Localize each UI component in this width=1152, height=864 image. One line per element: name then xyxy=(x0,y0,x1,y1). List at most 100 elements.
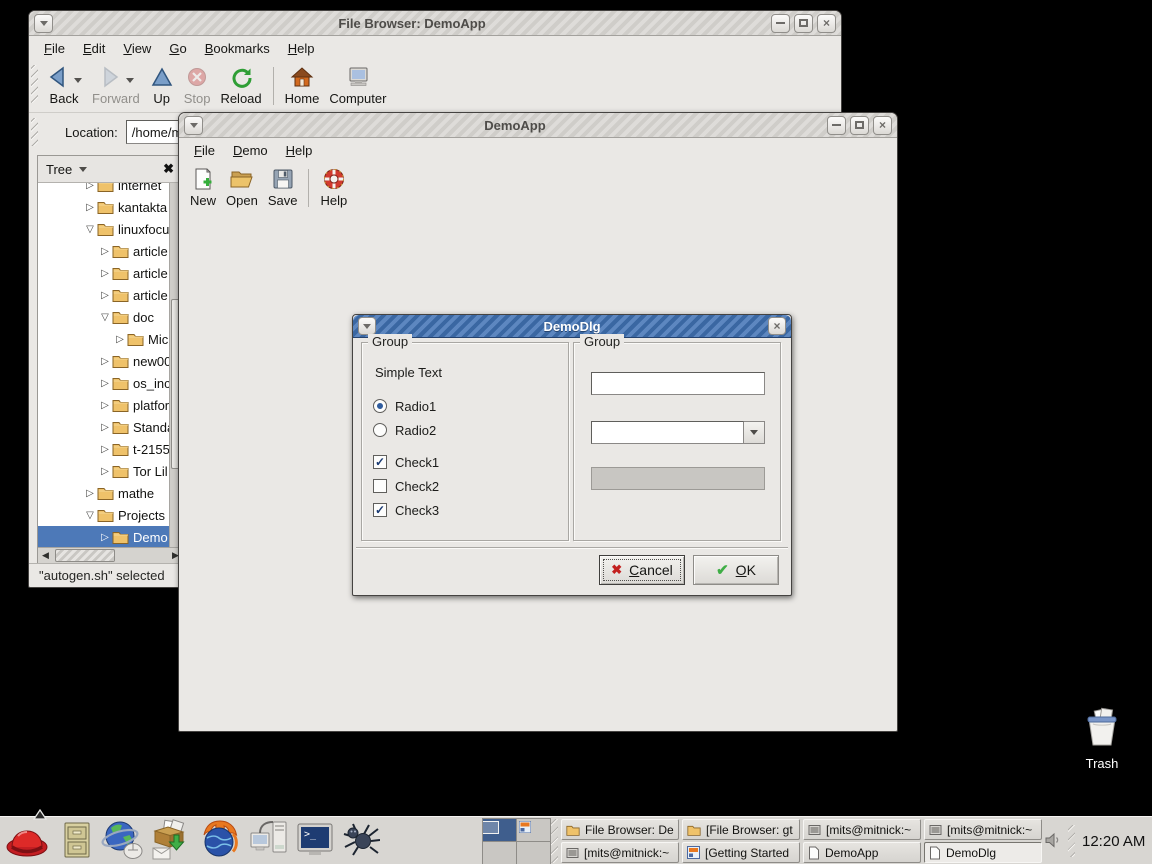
radio-radio1[interactable]: Radio1 xyxy=(373,397,436,415)
checkbox-icon[interactable] xyxy=(373,479,387,493)
minimize-button[interactable] xyxy=(771,14,790,33)
speaker-volume-icon[interactable] xyxy=(1044,831,1062,849)
tree-row[interactable]: mathe xyxy=(38,482,169,504)
file-browser-titlebar[interactable]: File Browser: DemoApp × xyxy=(29,11,841,36)
open-button[interactable]: Open xyxy=(221,163,263,209)
menu-demo[interactable]: Demo xyxy=(224,139,277,162)
expander-icon[interactable] xyxy=(98,378,112,389)
expander-icon[interactable] xyxy=(98,444,112,455)
tree-row[interactable]: linuxfocu xyxy=(38,218,169,240)
menu-help[interactable]: Help xyxy=(277,139,322,162)
taskbar-button-demodlg[interactable]: DemoDlg xyxy=(924,842,1042,863)
panel-handle[interactable] xyxy=(551,819,558,863)
tree-row[interactable]: doc xyxy=(38,306,169,328)
tree-row[interactable]: Standa xyxy=(38,416,169,438)
menu-edit[interactable]: Edit xyxy=(74,37,114,60)
tree-row[interactable]: internet xyxy=(38,183,169,196)
checkbox-check3[interactable]: Check3 xyxy=(373,501,439,519)
trash-desktop-icon[interactable]: Trash xyxy=(1067,707,1137,771)
expander-icon[interactable] xyxy=(98,466,112,477)
forward-dropdown-icon[interactable] xyxy=(126,78,134,87)
sidebar-close-icon[interactable]: ✖ xyxy=(163,161,174,177)
workspace-switcher[interactable] xyxy=(482,818,551,864)
expander-icon[interactable] xyxy=(98,356,112,367)
window-menu-button[interactable] xyxy=(34,14,53,33)
bug-tool-spider-icon[interactable] xyxy=(340,821,380,859)
window-menu-button[interactable] xyxy=(184,116,203,135)
expander-icon[interactable] xyxy=(83,202,97,213)
expander-icon[interactable] xyxy=(83,224,97,235)
expander-icon[interactable] xyxy=(98,422,112,433)
stop-button[interactable]: Stop xyxy=(179,61,216,107)
expander-icon[interactable] xyxy=(83,510,97,521)
up-button[interactable]: Up xyxy=(145,61,179,107)
menu-help[interactable]: Help xyxy=(279,37,324,60)
mozilla-browser-icon[interactable] xyxy=(198,819,242,861)
menu-file[interactable]: File xyxy=(185,139,224,162)
tree-row[interactable]: article xyxy=(38,262,169,284)
back-dropdown-icon[interactable] xyxy=(74,78,82,87)
taskbar-button-terminal-3[interactable]: [mits@mitnick:~ xyxy=(561,842,679,863)
expander-icon[interactable] xyxy=(98,268,112,279)
menu-go[interactable]: Go xyxy=(160,37,195,60)
expander-icon[interactable] xyxy=(83,488,97,499)
tree-row[interactable]: platfor xyxy=(38,394,169,416)
taskbar-button-getting-started[interactable]: [Getting Started xyxy=(682,842,800,863)
maximize-button[interactable] xyxy=(794,14,813,33)
expander-icon[interactable] xyxy=(98,400,112,411)
tree-row[interactable]: Tor Lil xyxy=(38,460,169,482)
checkbox-icon[interactable] xyxy=(373,455,387,469)
help-button[interactable]: Help xyxy=(315,163,352,209)
expander-icon[interactable] xyxy=(98,532,112,543)
toolbar-grip[interactable] xyxy=(31,65,38,103)
checkbox-icon[interactable] xyxy=(373,503,387,517)
combo-box[interactable] xyxy=(591,421,765,444)
ok-button[interactable]: ✔ OK xyxy=(693,555,779,585)
maximize-button[interactable] xyxy=(850,116,869,135)
tree-horizontal-scrollbar[interactable]: ◀ ▶ xyxy=(38,547,183,563)
checkbox-check1[interactable]: Check1 xyxy=(373,453,439,471)
tree-row[interactable]: Demo xyxy=(38,526,169,547)
location-bar-grip[interactable] xyxy=(31,118,38,146)
cancel-button[interactable]: ✖ Cancel xyxy=(599,555,685,585)
tree-row[interactable]: Mic xyxy=(38,328,169,350)
taskbar-button-file-browser[interactable]: File Browser: De xyxy=(561,819,679,840)
home-button[interactable]: Home xyxy=(280,61,325,107)
scroll-left-icon[interactable]: ◀ xyxy=(38,550,53,561)
reload-button[interactable]: Reload xyxy=(215,61,266,107)
tree-row[interactable]: new00 xyxy=(38,350,169,372)
expander-icon[interactable] xyxy=(113,334,127,345)
terminal-icon[interactable]: >_ xyxy=(296,821,334,859)
computer-button[interactable]: Computer xyxy=(324,61,391,107)
combo-input[interactable] xyxy=(591,421,744,444)
tree-row[interactable]: article xyxy=(38,284,169,306)
software-installer-icon[interactable] xyxy=(148,819,192,861)
tree-row[interactable]: t-2155 xyxy=(38,438,169,460)
window-menu-button[interactable] xyxy=(358,317,376,335)
tree-row[interactable]: os_inc xyxy=(38,372,169,394)
back-button[interactable]: Back xyxy=(41,61,87,107)
workspace-1[interactable] xyxy=(483,819,516,841)
workspace-2[interactable] xyxy=(517,819,550,841)
web-browser-globe-icon[interactable] xyxy=(100,819,144,861)
radio-radio2[interactable]: Radio2 xyxy=(373,421,436,439)
radio-button-icon[interactable] xyxy=(373,399,387,413)
radio-button-icon[interactable] xyxy=(373,423,387,437)
tree-row[interactable]: kantakta xyxy=(38,196,169,218)
workspace-4[interactable] xyxy=(517,842,550,864)
new-button[interactable]: New xyxy=(185,163,221,209)
close-button[interactable]: × xyxy=(768,317,786,335)
sidebar-selector[interactable]: Tree xyxy=(46,162,163,177)
workspace-3[interactable] xyxy=(483,842,516,864)
minimize-button[interactable] xyxy=(827,116,846,135)
taskbar-button-terminal-1[interactable]: [mits@mitnick:~ xyxy=(803,819,921,840)
main-menu-red-hat-icon[interactable] xyxy=(4,819,50,861)
expander-icon[interactable] xyxy=(83,183,97,191)
demodlg-titlebar[interactable]: DemoDlg × xyxy=(353,315,791,338)
combo-dropdown-button[interactable] xyxy=(744,421,765,444)
taskbar-button-demoapp[interactable]: DemoApp xyxy=(803,842,921,863)
close-button[interactable]: × xyxy=(873,116,892,135)
panel-handle[interactable] xyxy=(1068,825,1075,857)
tree-row[interactable]: article xyxy=(38,240,169,262)
close-button[interactable]: × xyxy=(817,14,836,33)
